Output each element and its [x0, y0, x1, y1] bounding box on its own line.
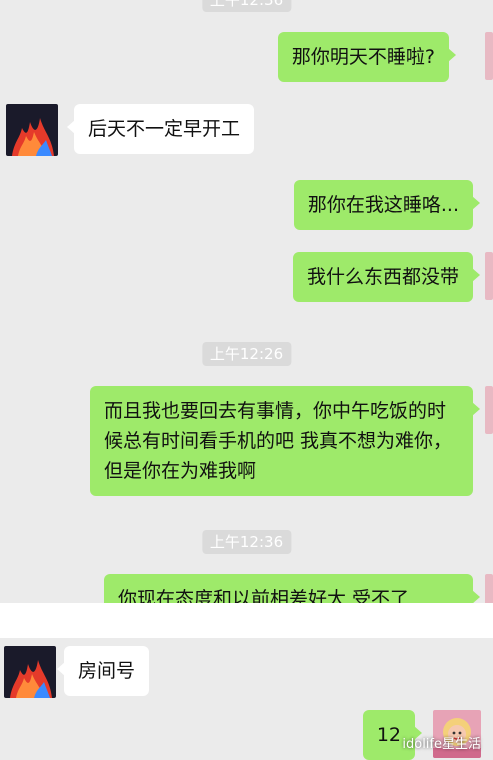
contact-avatar-flame[interactable]: [4, 646, 56, 698]
own-avatar-edge[interactable]: [485, 574, 493, 603]
message-bubble-sent[interactable]: 你现在态度和以前相差好大 受不了: [104, 574, 480, 603]
message-bubble-received[interactable]: 房间号: [56, 646, 150, 696]
message-bubble-sent[interactable]: 我什么东西都没带: [292, 252, 481, 302]
timestamp: 上午12:26: [201, 342, 292, 366]
watermark-text: idolife星生活: [402, 737, 481, 752]
flame-icon: [6, 104, 58, 156]
timestamp: 上午12:36: [201, 0, 292, 12]
chat-area-top: 上午12:36 那你明天不睡啦? 后天不一定早开工 那你在我这睡咯... 我什么…: [0, 0, 493, 603]
message-bubble-sent[interactable]: 那你在我这睡咯...: [293, 180, 481, 230]
own-avatar-edge[interactable]: [485, 252, 493, 300]
timestamp: 上午12:36: [201, 530, 292, 554]
message-bubble-received[interactable]: 后天不一定早开工: [66, 104, 255, 154]
message-bubble-sent[interactable]: 那你明天不睡啦?: [277, 32, 457, 82]
message-bubble-sent[interactable]: 而且我也要回去有事情，你中午吃饭的时候总有时间看手机的吧 我真不想为难你，但是你…: [90, 386, 480, 496]
flame-icon: [4, 646, 56, 698]
chat-area-bottom: 房间号 12 idolife星生活: [0, 638, 493, 760]
own-avatar-edge[interactable]: [485, 32, 493, 80]
contact-avatar-flame[interactable]: [6, 104, 58, 156]
own-avatar-edge[interactable]: [485, 386, 493, 434]
